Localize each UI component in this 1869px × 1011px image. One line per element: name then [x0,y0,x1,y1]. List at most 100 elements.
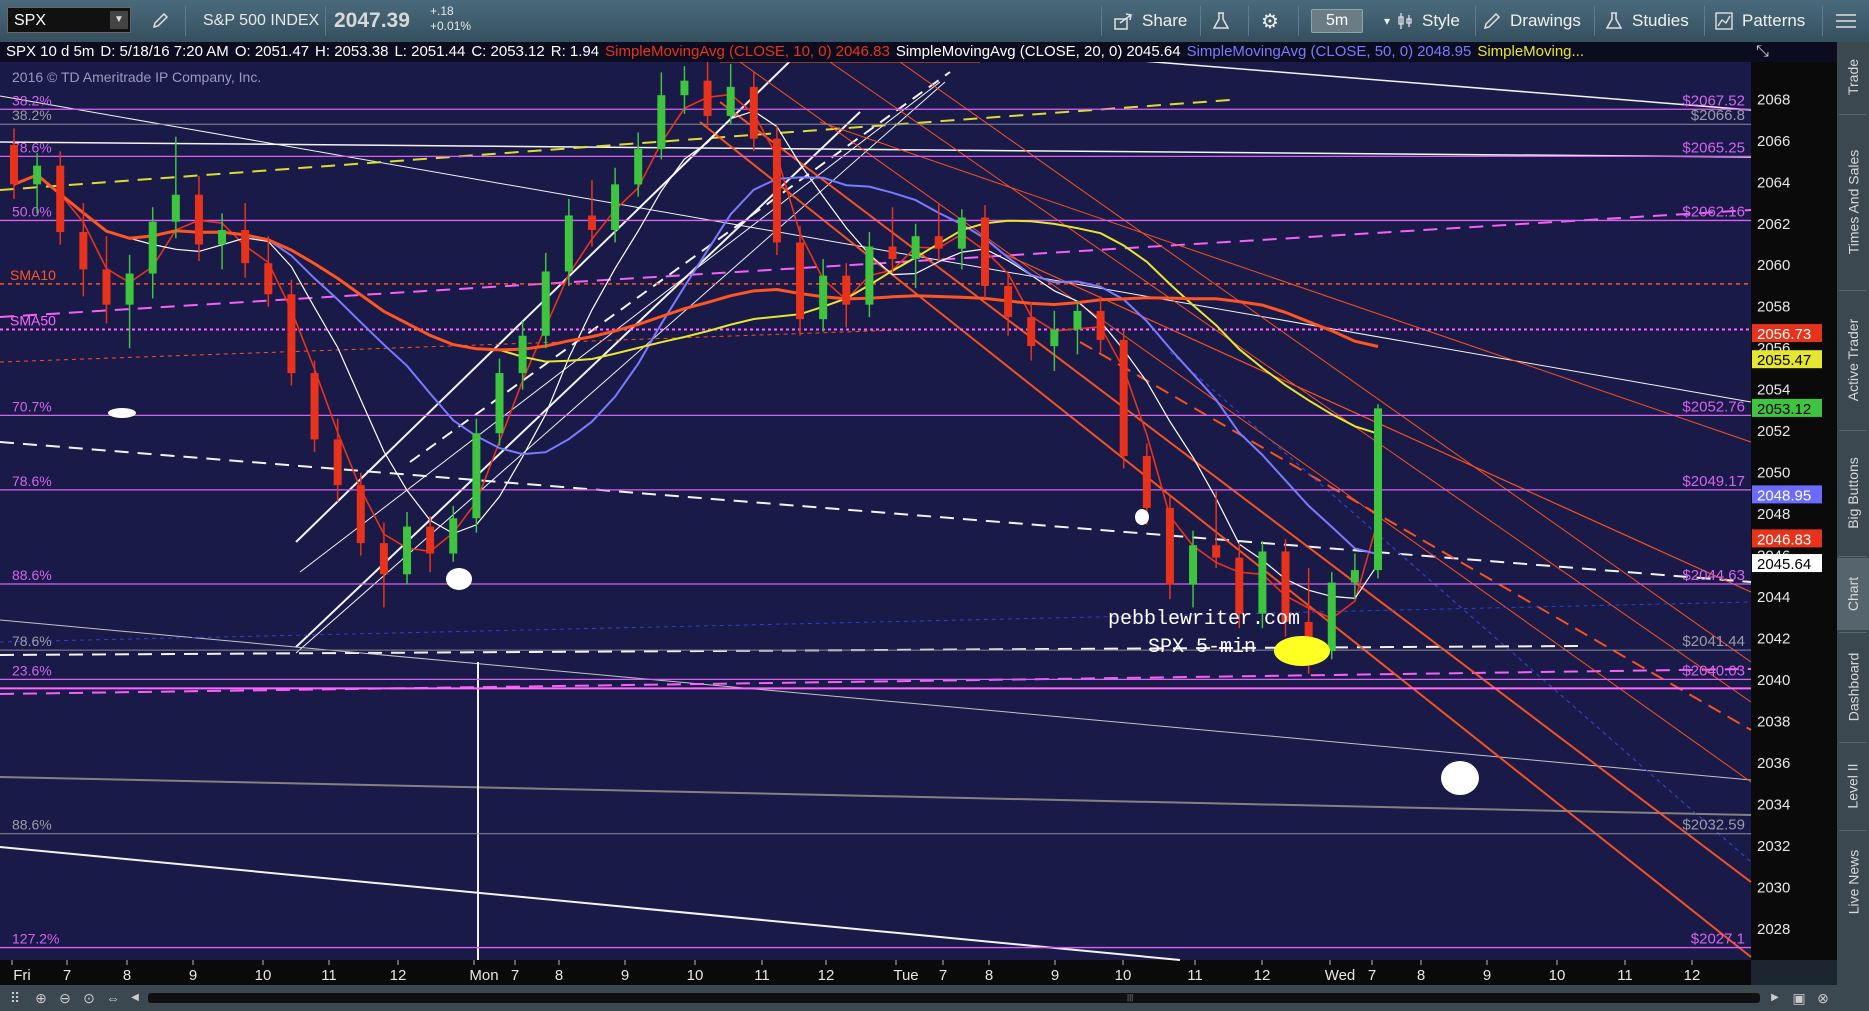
instrument-name: S&P 500 INDEX [203,12,320,29]
scroll-right-icon[interactable]: ▶ [1766,989,1784,1007]
reset-view-icon[interactable]: ▣ [1790,989,1808,1007]
collapse-icon[interactable]: ⤡ [1756,43,1778,61]
zoom-out-icon[interactable]: ⊖ [56,989,74,1007]
candle-body [1165,507,1174,585]
time-scrollbar[interactable]: ||| [148,993,1760,1003]
studies-button[interactable]: Studies [1604,6,1689,36]
timeframe-button[interactable]: 5m [1311,6,1364,36]
tab-chart[interactable]: Chart [1837,558,1869,630]
tab-level-ii-label: Level II [1845,763,1862,809]
drawings-button[interactable]: Drawings [1482,6,1581,36]
candle-body [426,526,435,554]
tab-divider [1839,742,1867,743]
time-tick-label: 8 [123,967,131,984]
grey-price-label: $2032.59 [1682,817,1745,834]
drag-handle-icon[interactable]: ⠿ [6,989,24,1007]
fib-price-label: $2044.63 [1682,567,1745,584]
time-tick-label: 10 [1115,967,1132,984]
tab-trade-label: Trade [1845,58,1861,96]
timeframe-dropdown-icon[interactable]: ▾ [1384,6,1390,36]
flask-icon[interactable] [1211,6,1231,36]
bar-low: L: 2051.44 [394,43,466,60]
white-marker [446,568,472,590]
share-label: Share [1142,11,1188,30]
patterns-icon [1715,12,1733,30]
pan-icon[interactable]: ⇔ [104,989,122,1007]
candle-body [634,149,643,185]
bottom-toolbar: ⠿ ⊕ ⊖ ⊙ ⇔ ◀ ||| ▶ ▣ ⊗ [0,985,1837,1011]
tab-live-news[interactable]: Live News [1837,832,1869,932]
sma-more-label[interactable]: SimpleMoving... [1477,43,1584,60]
zoom-fit-icon[interactable]: ⊗ [1814,989,1832,1007]
change-pct: +0.01% [430,19,472,33]
candle-body [379,543,388,575]
tab-dashboard-label: Dashboard [1845,652,1861,722]
time-tick-label: 12 [1684,967,1701,984]
candle-body [518,335,527,374]
candle-body [1119,339,1128,457]
candle-body [703,80,712,116]
time-tick-label: 11 [754,967,770,984]
scrollbar-grip-icon[interactable]: ||| [1127,994,1135,1002]
symbol-dropdown-icon[interactable]: ▼ [110,11,128,29]
toolbar-divider [1822,6,1823,36]
candle-body [194,194,203,245]
chevron-right-icon[interactable] [1834,6,1860,36]
time-tick-label: 10 [255,967,272,984]
candle-body [819,275,828,320]
bar-high: H: 2053.38 [315,43,389,60]
style-icon [1398,13,1412,29]
candle-body [657,95,666,150]
tab-divider [1839,114,1867,115]
candle-body [541,271,550,336]
zoom-in-icon[interactable]: ⊕ [32,989,50,1007]
share-button[interactable]: Share [1114,6,1187,36]
candle-body [148,221,157,274]
last-price: 2047.39 [334,9,410,32]
price-tick-label: 2032 [1757,838,1790,855]
price-tick-label: 2066 [1757,133,1790,150]
toolbar-divider [1594,6,1595,36]
toolbar-divider [1248,6,1249,36]
drawings-label: Drawings [1510,11,1581,30]
candle-body [1235,557,1244,614]
tab-level-ii[interactable]: Level II [1837,744,1869,828]
patterns-button[interactable]: Patterns [1714,6,1805,36]
symbol-input[interactable]: SPX ▼ [7,7,131,33]
candle-body [957,217,966,249]
tab-big-buttons[interactable]: Big Buttons [1837,432,1869,554]
pencil-icon[interactable] [150,6,170,36]
bar-open: O: 2051.47 [234,43,310,60]
price-tag-label: 2053.12 [1757,401,1811,418]
price-tag-label: 2055.47 [1757,352,1811,369]
fib-price-label: $2027.1 [1691,931,1745,948]
sma20-label[interactable]: SimpleMovingAvg (CLOSE, 20, 0) [896,43,1123,60]
price-tag-label: 2046.83 [1757,531,1811,548]
tab-times-and-sales[interactable]: Times And Sales [1837,116,1869,288]
price-chart[interactable]: 38.2% $2067.5278.6% $2065.2550.0% $2062.167… [0,62,1837,985]
tab-active-trader[interactable]: Active Trader [1837,292,1869,428]
chart-spec: SPX 10 d 5m [6,43,95,60]
sma10-label[interactable]: SimpleMovingAvg (CLOSE, 10, 0) [605,43,832,60]
scroll-left-icon[interactable]: ◀ [126,989,144,1007]
sma50-label[interactable]: SimpleMovingAvg (CLOSE, 50, 0) [1187,43,1414,60]
candle-body [1027,317,1036,347]
candle-body [79,232,88,270]
tab-dashboard[interactable]: Dashboard [1837,634,1869,740]
style-button[interactable]: Style [1396,6,1460,36]
toolbar-divider [1200,6,1201,36]
candle-body [865,246,874,305]
grey-pct-label: 38.2% [12,107,52,123]
grey-price-label: $2041.44 [1682,633,1745,650]
candle-body [680,80,689,96]
candle-body [1374,408,1382,571]
tab-trade[interactable]: Trade [1837,42,1869,112]
bar-range: R: 1.94 [550,43,600,60]
fib-price-label: $2065.25 [1682,139,1745,156]
zoom-tool-icon[interactable]: ⊙ [80,989,98,1007]
toolbar-divider [1704,6,1705,36]
gear-icon[interactable]: ⚙ [1261,6,1279,36]
price-tick-label: 2058 [1757,299,1790,316]
candle-body [1212,545,1221,558]
copyright-text: 2016 © TD Ameritrade IP Company, Inc. [12,69,261,85]
